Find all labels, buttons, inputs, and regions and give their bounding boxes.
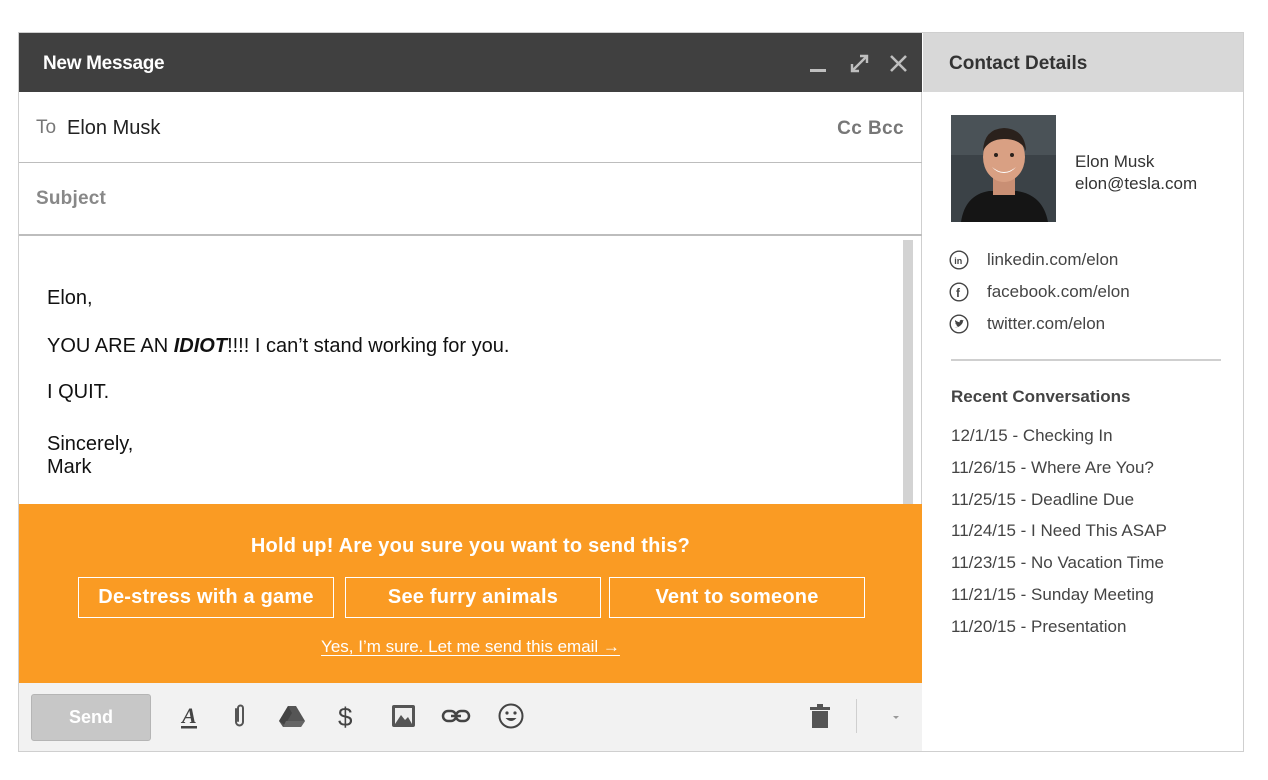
conversation-item[interactable]: 11/25/15 - Deadline Due (951, 489, 1167, 521)
destress-game-button[interactable]: De-stress with a game (78, 577, 334, 618)
window-title: New Message (43, 53, 165, 74)
svg-text:A: A (180, 703, 197, 728)
close-icon[interactable] (886, 45, 912, 79)
body-scrollbar[interactable] (903, 240, 913, 504)
subject-placeholder: Subject (36, 188, 107, 209)
vent-button[interactable]: Vent to someone (609, 577, 865, 618)
send-button[interactable]: Send (31, 694, 151, 741)
contact-panel-header: Contact Details (923, 33, 1243, 92)
conversation-item[interactable]: 11/23/15 - No Vacation Time (951, 552, 1167, 584)
body-signoff: Sincerely, (47, 433, 134, 455)
conversation-item[interactable]: 11/21/15 - Sunday Meeting (951, 584, 1167, 616)
contact-panel-title: Contact Details (949, 53, 1088, 74)
recent-conversations-title: Recent Conversations (951, 387, 1131, 406)
compose-toolbar: Send A $ (19, 683, 922, 751)
body-line-1-emphasis: IDIOT (173, 335, 228, 357)
body-line-1-suffix: !!!! I can’t stand working for you. (227, 335, 510, 357)
money-icon[interactable]: $ (332, 701, 362, 732)
warning-question: Hold up! Are you sure you want to send t… (250, 535, 691, 557)
compose-titlebar: New Message (19, 33, 922, 92)
facebook-icon: f (949, 282, 969, 302)
emoji-icon[interactable] (496, 701, 526, 731)
svg-text:in: in (954, 256, 962, 266)
to-field[interactable]: To Elon Musk Cc Bcc (19, 92, 922, 163)
photo-icon[interactable] (389, 701, 419, 731)
minimize-icon[interactable] (806, 45, 832, 79)
conversation-item[interactable]: 11/24/15 - I Need This ASAP (951, 520, 1167, 552)
app-frame: New Message To Elon Musk Cc Bcc Subject … (18, 32, 1244, 752)
contact-divider (951, 359, 1221, 361)
to-recipient[interactable]: Elon Musk (67, 117, 160, 140)
linkedin-url: linkedin.com/elon (987, 250, 1119, 269)
trash-icon[interactable] (805, 701, 835, 731)
cc-bcc-link[interactable]: Cc Bcc (837, 118, 904, 140)
attachment-icon[interactable] (224, 701, 254, 731)
body-line-1-prefix: YOU ARE AN (47, 335, 174, 357)
body-signature: Mark (47, 456, 92, 478)
expand-icon[interactable] (847, 45, 873, 79)
avatar (951, 115, 1056, 222)
confirm-send-link[interactable]: Yes, I’m sure. Let me send this email → (19, 637, 922, 657)
body-line-2: I QUIT. (47, 381, 110, 403)
twitter-url: twitter.com/elon (987, 314, 1106, 333)
conversation-item[interactable]: 11/26/15 - Where Are You? (951, 457, 1167, 489)
svg-text:f: f (956, 286, 961, 300)
drive-icon[interactable] (277, 701, 307, 731)
body-greeting: Elon, (47, 287, 93, 309)
facebook-url: facebook.com/elon (987, 282, 1130, 301)
furry-animals-button[interactable]: See furry animals (345, 577, 601, 618)
more-options-icon[interactable] (881, 701, 911, 731)
contact-name: Elon Musk (1075, 152, 1155, 171)
svg-text:$: $ (338, 702, 353, 731)
contact-details-panel: Contact Details Elon Musk elon@tesla.com… (923, 33, 1243, 751)
body-line-1: YOU ARE AN IDIOT!!!! I can’t stand worki… (47, 334, 509, 358)
compose-window: New Message To Elon Musk Cc Bcc Subject … (19, 33, 922, 751)
contact-email[interactable]: elon@tesla.com (1075, 174, 1197, 194)
twitter-icon (949, 314, 969, 334)
link-icon[interactable] (441, 701, 471, 731)
to-label: To (36, 117, 57, 138)
linkedin-icon: in (949, 250, 969, 270)
recent-conversations-list: 12/1/15 - Checking In 11/26/15 - Where A… (951, 425, 1167, 648)
formatting-icon[interactable]: A (174, 701, 204, 731)
toolbar-divider (856, 699, 857, 733)
conversation-item[interactable]: 12/1/15 - Checking In (951, 425, 1167, 457)
subject-field[interactable]: Subject (19, 164, 922, 236)
send-warning-banner: Hold up! Are you sure you want to send t… (19, 504, 922, 683)
message-body[interactable]: Elon, YOU ARE AN IDIOT!!!! I can’t stand… (19, 238, 922, 504)
conversation-item[interactable]: 11/20/15 - Presentation (951, 616, 1167, 648)
